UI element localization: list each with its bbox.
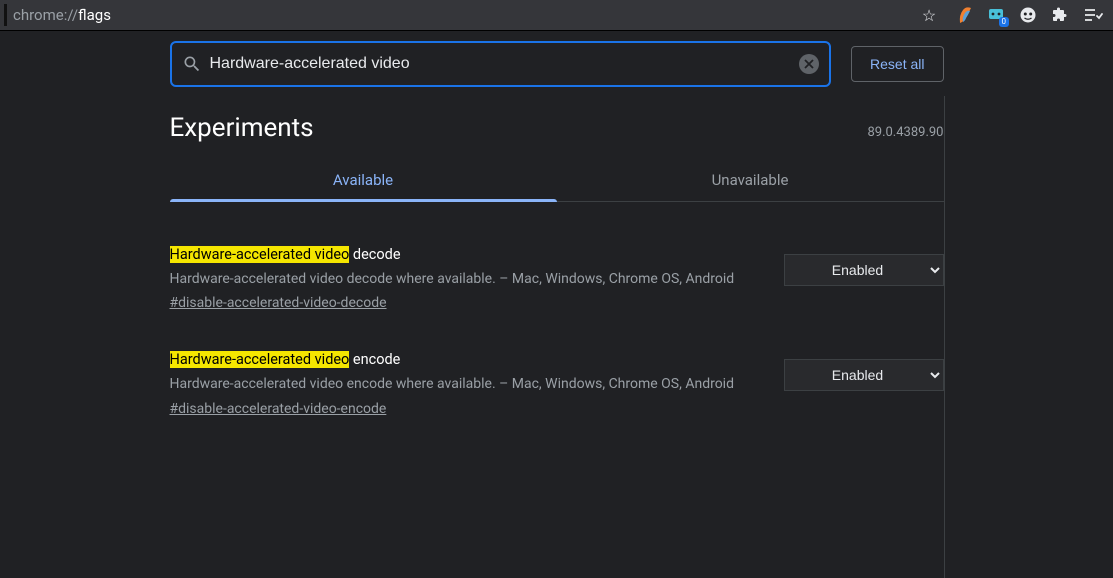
extension-icon-1[interactable] <box>957 6 973 24</box>
flag-info: Hardware-accelerated video decodeHardwar… <box>170 246 764 311</box>
tabs: Available Unavailable <box>170 161 944 202</box>
flag-row: Hardware-accelerated video encodeHardwar… <box>170 339 944 444</box>
flag-description: Hardware-accelerated video decode where … <box>170 269 764 289</box>
flag-state-select[interactable]: DefaultEnabledDisabled <box>784 254 944 286</box>
bookmark-star-icon[interactable]: ☆ <box>915 6 943 25</box>
flag-anchor-link[interactable]: #disable-accelerated-video-decode <box>170 295 387 311</box>
reading-list-icon[interactable] <box>1083 6 1103 24</box>
flags-list: Hardware-accelerated video decodeHardwar… <box>170 234 944 445</box>
search-row: Reset all <box>170 31 944 101</box>
extension-icon-2[interactable]: 0 <box>987 6 1005 24</box>
extensions-puzzle-icon[interactable] <box>1051 6 1069 24</box>
browser-omnibox: chrome://flags ☆ 0 <box>0 0 1113 31</box>
tab-unavailable[interactable]: Unavailable <box>557 161 944 201</box>
flag-row: Hardware-accelerated video decodeHardwar… <box>170 234 944 339</box>
extension-icon-3[interactable] <box>1019 6 1037 24</box>
search-icon <box>182 54 202 74</box>
url-path: flags <box>78 6 111 24</box>
flag-state-select[interactable]: DefaultEnabledDisabled <box>784 359 944 391</box>
bookmark-pill: ☆ <box>913 6 945 25</box>
flag-description: Hardware-accelerated video encode where … <box>170 374 764 394</box>
clear-search-icon[interactable] <box>799 54 819 74</box>
extension-badge-count: 0 <box>999 17 1010 27</box>
flag-anchor-link[interactable]: #disable-accelerated-video-encode <box>170 401 387 417</box>
flag-title-rest: encode <box>349 351 400 368</box>
extension-icons: 0 <box>957 6 1103 24</box>
flag-title: Hardware-accelerated video encode <box>170 351 764 368</box>
search-box[interactable] <box>170 41 832 87</box>
tab-handle <box>4 4 7 26</box>
url-prefix: chrome:// <box>13 6 78 24</box>
version-label: 89.0.4389.90 <box>867 125 943 140</box>
url-display[interactable]: chrome://flags <box>13 6 111 24</box>
flag-info: Hardware-accelerated video encodeHardwar… <box>170 351 764 416</box>
page-title: Experiments <box>170 113 314 143</box>
flag-title-highlight: Hardware-accelerated video <box>170 351 350 368</box>
flag-title-highlight: Hardware-accelerated video <box>170 246 350 263</box>
flag-title-rest: decode <box>349 246 400 263</box>
title-row: Experiments 89.0.4389.90 <box>170 101 944 161</box>
tab-available[interactable]: Available <box>170 161 557 201</box>
search-input[interactable] <box>202 55 800 73</box>
reset-all-button[interactable]: Reset all <box>851 46 943 82</box>
flag-title: Hardware-accelerated video decode <box>170 246 764 263</box>
